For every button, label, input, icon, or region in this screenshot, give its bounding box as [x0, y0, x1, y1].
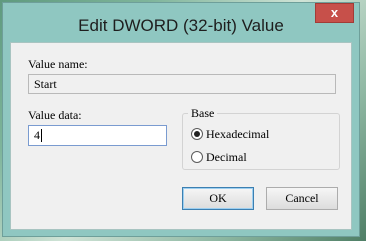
value-name-field[interactable]: Start: [28, 74, 336, 94]
base-group: Base Hexadecimal Decimal: [182, 106, 340, 170]
radio-decimal-label: Decimal: [206, 150, 247, 164]
value-data-text: 4: [34, 128, 40, 142]
value-name-label: Value name:: [28, 57, 88, 71]
value-name-text: Start: [34, 77, 57, 91]
radio-selected-icon[interactable]: [191, 128, 203, 140]
text-caret: [41, 129, 42, 142]
dialog-title: Edit DWORD (32-bit) Value: [78, 16, 284, 35]
radio-hexadecimal-label: Hexadecimal: [206, 127, 270, 141]
close-button[interactable]: x: [315, 3, 354, 23]
base-legend: Base: [188, 106, 218, 121]
close-icon: x: [330, 5, 339, 20]
dialog-body: Value name: Start Value data: 4 Base Hex…: [10, 42, 352, 230]
radio-unselected-icon[interactable]: [191, 151, 203, 163]
title-bar[interactable]: Edit DWORD (32-bit) Value x: [3, 3, 359, 41]
ok-button[interactable]: OK: [182, 187, 254, 210]
value-data-label: Value data:: [28, 108, 82, 122]
cancel-button[interactable]: Cancel: [266, 187, 338, 210]
value-data-input[interactable]: 4: [28, 125, 167, 146]
edit-dword-dialog: Edit DWORD (32-bit) Value x Value name: …: [2, 2, 360, 237]
